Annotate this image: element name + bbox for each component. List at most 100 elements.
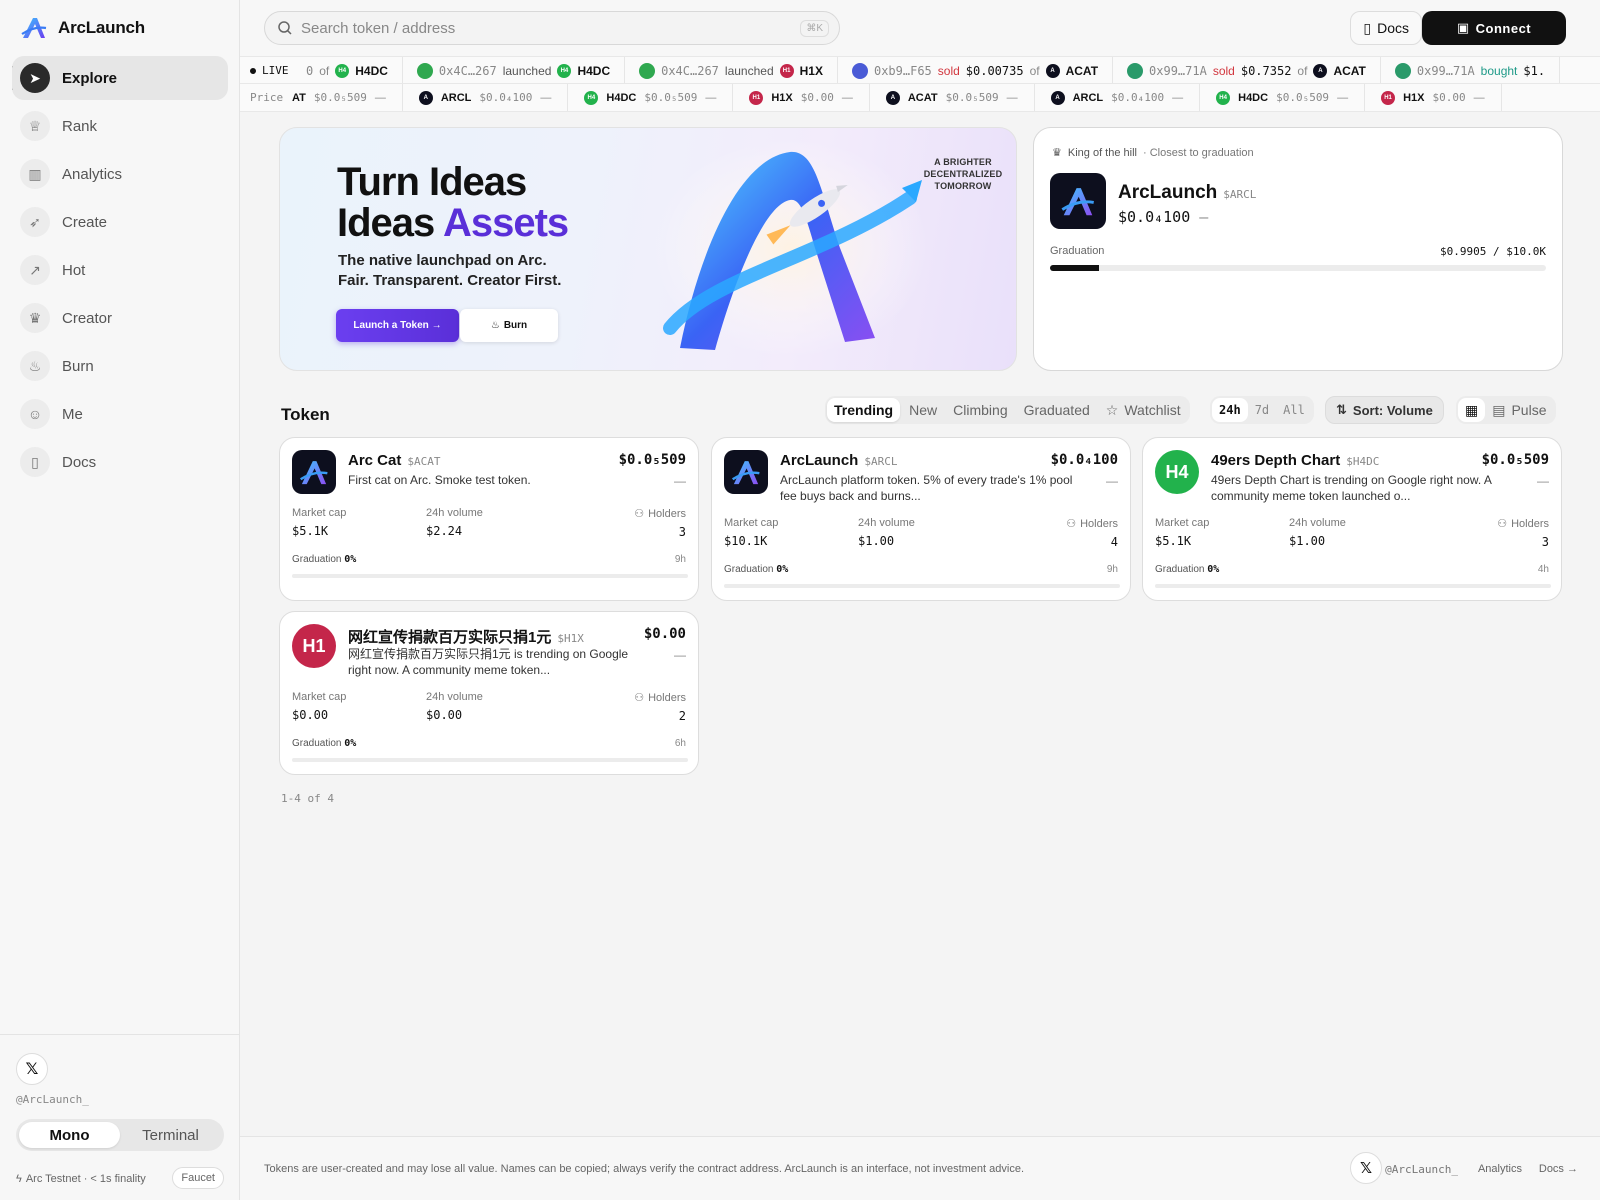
token-card-arcl[interactable]: ArcLaunch $ARCL $0.0₄100 — ArcLaunch plat… <box>711 437 1131 601</box>
footer-docs-link[interactable]: Docs → <box>1539 1163 1578 1175</box>
token-card-h1x[interactable]: H1 网红宣传捐款百万实际只捐1元 $H1X $0.00 — 网红宣传捐款百万实际… <box>279 611 699 775</box>
holders-label: ⚇ Holders <box>634 507 686 521</box>
nav-item-creator[interactable]: ♛ Creator <box>12 296 228 340</box>
price-item[interactable]: AT $0.0₅509— <box>292 84 403 111</box>
king-token-name: ArcLaunch $ARCL <box>1118 182 1257 203</box>
ticker-event[interactable]: 0 of H4 H4DC <box>292 57 403 83</box>
flame-icon: ♨ <box>490 320 500 331</box>
users-icon: ⚇ <box>1066 518 1077 530</box>
token-h1x-icon: H1 <box>779 63 794 78</box>
connect-wallet-button[interactable]: ▣ Connect <box>1422 11 1566 45</box>
h4dc-logo-icon: H4 <box>1155 450 1199 494</box>
bolt-icon: ϟ <box>16 1173 22 1185</box>
token-description: ArcLaunch platform token. 5% of every tr… <box>780 473 1073 503</box>
live-dot-icon <box>250 67 256 74</box>
nav-item-rank[interactable]: ♕ Rank <box>12 104 228 148</box>
volume-label: 24h volume <box>858 517 915 529</box>
footer: Tokens are user-created and may lose all… <box>240 1136 1600 1200</box>
token-card-acat[interactable]: Arc Cat $ACAT $0.0₅509 — First cat on Arc… <box>279 437 699 601</box>
live-activity-ticker: LIVE 0 of H4 H4DC 0x4C…267 launched H4 H… <box>240 56 1600 84</box>
nav-item-docs[interactable]: ▯ Docs <box>12 440 228 484</box>
mode-mono-button[interactable]: Mono <box>19 1122 120 1148</box>
sort-arrows-icon: ⇅ <box>1336 402 1347 417</box>
market-cap-value: $0.00 <box>292 708 329 722</box>
range-7d[interactable]: 7d <box>1248 398 1276 422</box>
nav-item-burn[interactable]: ♨ Burn <box>12 344 228 388</box>
arc-rocket-hero-icon <box>650 138 930 358</box>
wallet-avatar-icon <box>639 62 656 79</box>
wallet-avatar-icon <box>851 62 868 79</box>
x-social-icon[interactable]: 𝕏 <box>1350 1152 1382 1184</box>
ticker-event[interactable]: 0x99…71A sold $0.7352 of A ACAT <box>1113 57 1381 83</box>
footer-handle[interactable]: @ArcLaunch_ <box>1385 1163 1458 1176</box>
ticker-event[interactable]: 0x99…71A bought $1. <box>1381 57 1561 83</box>
brand[interactable]: ArcLaunch <box>20 14 145 42</box>
mode-toggle: Mono Terminal <box>16 1119 224 1151</box>
trend-up-icon: ↗ <box>20 255 50 285</box>
ticker-event[interactable]: 0x4C…267 launched H1 H1X <box>625 57 838 83</box>
search-input[interactable] <box>301 19 793 37</box>
ticker-event[interactable]: 0xb9…F65 sold $0.00735 of A ACAT <box>838 57 1114 83</box>
token-price: $0.0₅509 <box>618 452 686 468</box>
price-item[interactable]: A ACAT $0.0₅509— <box>870 84 1035 111</box>
users-icon: ⚇ <box>1497 518 1508 530</box>
launch-token-button[interactable]: Launch a Token → <box>336 309 459 342</box>
price-item[interactable]: A ARCL $0.0₄100— <box>403 84 569 111</box>
token-age: 4h <box>1537 564 1549 575</box>
volume-value: $2.24 <box>426 524 463 538</box>
ticker-event[interactable]: 0x4C…267 launched H4 H4DC <box>403 57 626 83</box>
bar-chart-icon: ▥ <box>20 159 50 189</box>
footer-analytics-link[interactable]: Analytics <box>1478 1163 1522 1175</box>
list-icon: ▤ <box>1492 401 1506 418</box>
arclaunch-logo-icon <box>21 18 47 38</box>
pulse-view-button[interactable]: ▤ Pulse <box>1485 398 1553 422</box>
king-token-price: $0.0₄100 — <box>1118 208 1209 226</box>
price-item[interactable]: H1 H1X $0.00— <box>1365 84 1502 111</box>
burn-button[interactable]: ♨ Burn <box>460 309 558 342</box>
range-all[interactable]: All <box>1276 398 1312 422</box>
tab-climbing[interactable]: Climbing <box>946 398 1014 422</box>
h1x-logo-icon: H1 <box>292 624 336 668</box>
token-description: 49ers Depth Chart is trending on Google … <box>1211 473 1492 503</box>
tab-new[interactable]: New <box>902 398 944 422</box>
x-social-icon[interactable]: 𝕏 <box>16 1053 48 1085</box>
tab-graduated[interactable]: Graduated <box>1017 398 1097 422</box>
compass-icon: ➤ <box>20 63 50 93</box>
nav-item-hot[interactable]: ↗ Hot <box>12 248 228 292</box>
token-card-h4dc[interactable]: H4 49ers Depth Chart $H4DC $0.0₅509 — 49e… <box>1142 437 1562 601</box>
nav-item-create[interactable]: ➶ Create <box>12 200 228 244</box>
mode-terminal-button[interactable]: Terminal <box>120 1122 221 1148</box>
price-item[interactable]: H4 H4DC $0.0₅509— <box>1200 84 1366 111</box>
main-nav: ➤ Explore ♕ Rank ▥ Analytics ➶ Create ↗ Hot ♛… <box>12 56 228 488</box>
search-icon <box>278 21 292 35</box>
token-h1x-icon: H1 <box>1381 90 1396 105</box>
tab-trending[interactable]: Trending <box>827 398 901 422</box>
price-item[interactable]: H4 H4DC $0.0₅509— <box>568 84 734 111</box>
disclaimer: Tokens are user-created and may lose all… <box>264 1163 1025 1175</box>
nav-item-me[interactable]: ☺ Me <box>12 392 228 436</box>
user-circle-icon: ☺ <box>20 399 50 429</box>
holders-value: 3 <box>678 525 686 539</box>
volume-value: $1.00 <box>858 534 895 548</box>
ticker-track: 0 of H4 H4DC 0x4C…267 launched H4 H4DC 0… <box>292 57 1561 83</box>
sort-button[interactable]: ⇅ Sort: Volume <box>1325 396 1444 424</box>
tab-watchlist[interactable]: ☆ Watchlist <box>1099 398 1188 422</box>
rocket-icon: ➶ <box>20 207 50 237</box>
price-item[interactable]: A ARCL $0.0₄100— <box>1035 84 1201 111</box>
nav-item-explore[interactable]: ➤ Explore <box>12 56 228 100</box>
holders-value: 3 <box>1541 535 1549 549</box>
sidebar: ArcLaunch ➤ Explore ♕ Rank ▥ Analytics ➶ Cre… <box>0 0 240 1200</box>
king-graduation-value: $0.9905 / $10.0K <box>1440 245 1546 258</box>
volume-label: 24h volume <box>426 691 483 703</box>
range-24h[interactable]: 24h <box>1212 398 1248 422</box>
market-cap-value: $5.1K <box>1155 534 1192 548</box>
docs-button[interactable]: ▯ Docs <box>1350 11 1422 45</box>
search-box[interactable]: ⌘K <box>264 11 840 45</box>
price-item[interactable]: H1 H1X $0.00— <box>733 84 870 111</box>
king-of-the-hill-card[interactable]: ♛ King of the hill · Closest to graduati… <box>1033 127 1563 371</box>
token-description: First cat on Arc. Smoke test token. <box>348 473 531 487</box>
faucet-button[interactable]: Faucet <box>172 1167 224 1189</box>
king-header: ♛ King of the hill · Closest to graduati… <box>1052 146 1254 160</box>
grid-view-button[interactable]: ▦ <box>1458 398 1486 422</box>
nav-item-analytics[interactable]: ▥ Analytics <box>12 152 228 196</box>
